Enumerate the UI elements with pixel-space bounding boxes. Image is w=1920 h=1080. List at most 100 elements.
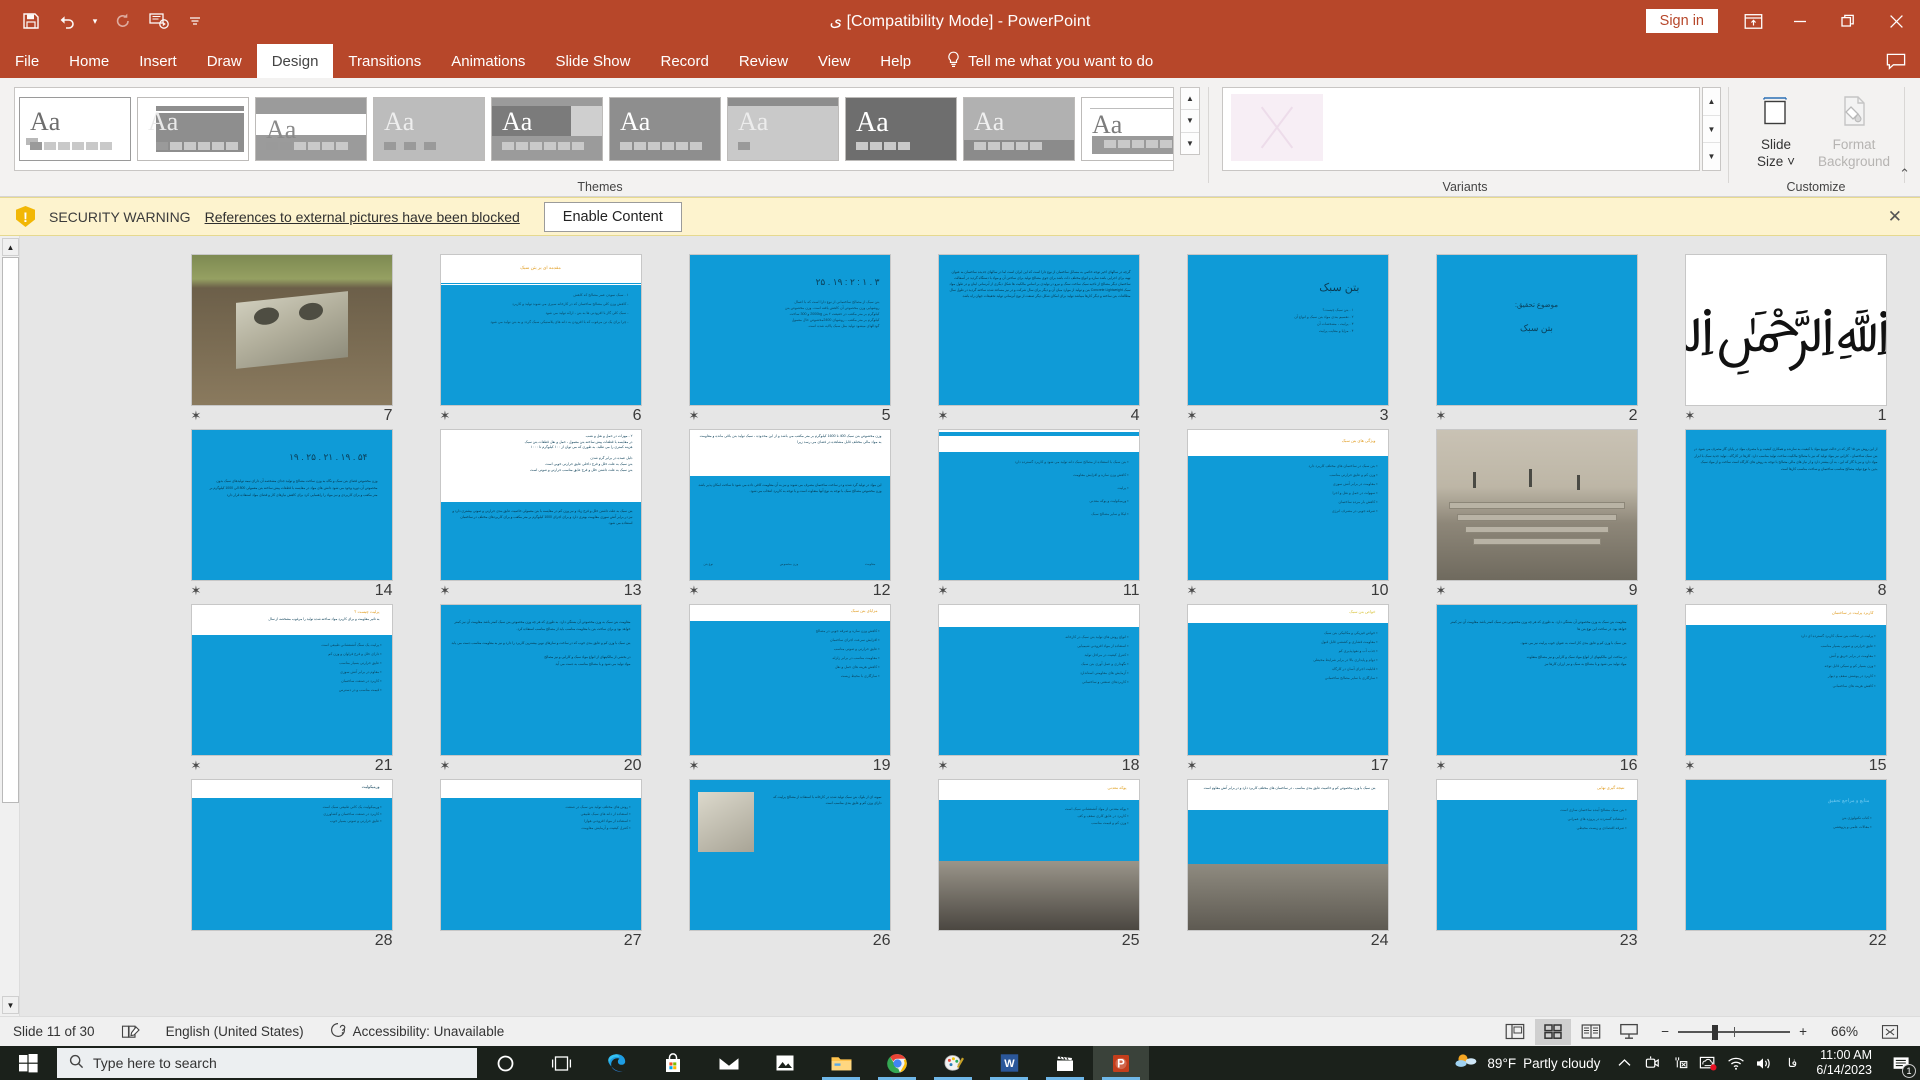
slide-cell[interactable]: پرلیت چیست ؟ به تاثیر مقاومت و برای کارب…	[167, 604, 416, 779]
slide-size-button[interactable]: Slide Size ˅	[1738, 88, 1814, 174]
teams-icon[interactable]	[1638, 1046, 1666, 1080]
slide-cell[interactable]: نمونه ای از بلوک بتن سبک تولید شده در کا…	[665, 779, 914, 954]
slide-thumbnail[interactable]: ورمیکولیت ▪ ورمیکولیت یک کانی طبیعی سبک …	[191, 779, 393, 931]
slide-thumbnail[interactable]: گرچه در سالهای اخیر توجه خاصی به مسائل س…	[938, 254, 1140, 406]
taskbar-clock[interactable]: 11:00 AM 6/14/2023	[1806, 1048, 1882, 1078]
fit-to-window-icon[interactable]	[1872, 1019, 1908, 1045]
input-language-icon[interactable]: فا	[1778, 1046, 1806, 1080]
slide-cell[interactable]: نتیجه گیری نهایی ▪ بتن سبک مصالح آینده س…	[1412, 779, 1661, 954]
theme-item-1[interactable]: Aa	[19, 97, 131, 161]
tab-view[interactable]: View	[803, 44, 865, 78]
slide-thumbnail[interactable]: ۳ . ۱ : ۲ : ۱۹ . ۲۵ بتن سبک از مصالح ساخ…	[689, 254, 891, 406]
minimize-icon[interactable]	[1776, 0, 1824, 42]
close-security-bar-icon[interactable]: ✕	[1888, 207, 1902, 227]
scroll-up-icon[interactable]: ▲	[2, 238, 19, 256]
slide-thumbnail[interactable]: بتن سبک ۱ . بتن سبک چیست؟۲ . تقسیم بندی …	[1187, 254, 1389, 406]
themes-gallery[interactable]: Aa Aa Aa Aa	[14, 87, 1174, 171]
movies-tv-icon[interactable]	[1037, 1046, 1093, 1080]
slide-cell[interactable]: مقاومت بتن سبک به وزن مخصوص آن بستگی دار…	[416, 604, 665, 779]
slide-cell[interactable]: ورمیکولیت ▪ ورمیکولیت یک کانی طبیعی سبک …	[167, 779, 416, 954]
slide-cell[interactable]: ۵۴ . ۱۹ . ۲۱ . ۲۵ . ۱۹ وزن مخصوص فضای بت…	[167, 429, 416, 604]
variants-gallery-scroll[interactable]: ▲ ▼ ▼	[1702, 87, 1721, 171]
theme-item-3[interactable]: Aa	[255, 97, 367, 161]
microsoft-store-icon[interactable]	[645, 1046, 701, 1080]
variants-scroll-up-icon[interactable]: ▲	[1703, 88, 1720, 116]
themes-scroll-up-icon[interactable]: ▲	[1181, 88, 1199, 110]
language-indicator[interactable]: English (United States)	[153, 1017, 317, 1047]
slide-cell[interactable]: بتن سبک با وزن مخصوص کم و خاصیت عایق بند…	[1163, 779, 1412, 954]
tab-design[interactable]: Design	[257, 44, 334, 78]
slide-thumbnail[interactable]	[191, 254, 393, 406]
slide-thumbnail[interactable]: مقدمه ای بر بتن سبک ۱ . سبک نمودن عمر مص…	[440, 254, 642, 406]
slide-cell[interactable]: بتن سبک ۱ . بتن سبک چیست؟۲ . تقسیم بندی …	[1163, 254, 1412, 429]
security-warning-message[interactable]: References to external pictures have bee…	[205, 209, 520, 225]
zoom-slider[interactable]	[1678, 1025, 1790, 1039]
slide-cell[interactable]: ▪ بتن سبک با استفاده از مصالح سبک دانه ت…	[914, 429, 1163, 604]
theme-item-4[interactable]: Aa	[373, 97, 485, 161]
slide-thumbnail[interactable]: مقاومت بتن سبک به وزن مخصوص آن بستگی دار…	[1436, 604, 1638, 756]
paint-icon[interactable]	[925, 1046, 981, 1080]
variants-gallery[interactable]	[1222, 87, 1700, 171]
chrome-icon[interactable]	[869, 1046, 925, 1080]
variant-item-blocked[interactable]	[1231, 94, 1323, 161]
edge-icon[interactable]	[589, 1046, 645, 1080]
collapse-ribbon-icon[interactable]: ⌃	[1899, 166, 1910, 182]
tab-transitions[interactable]: Transitions	[333, 44, 436, 78]
tab-help[interactable]: Help	[865, 44, 926, 78]
close-icon[interactable]	[1872, 0, 1920, 42]
slide-cell[interactable]: مقاومت بتن سبک به وزن مخصوص آن بستگی دار…	[1412, 604, 1661, 779]
taskbar-search-box[interactable]: Type here to search	[57, 1048, 477, 1078]
tab-file[interactable]: File	[0, 44, 54, 78]
start-presentation-icon[interactable]	[142, 4, 176, 38]
zoom-in-icon[interactable]: +	[1799, 1024, 1807, 1039]
zoom-control[interactable]: − + 66%	[1649, 1024, 1870, 1039]
word-icon[interactable]: W	[981, 1046, 1037, 1080]
theme-item-7[interactable]: Aa	[727, 97, 839, 161]
scroll-down-icon[interactable]: ▼	[2, 996, 19, 1014]
notification-center-icon[interactable]: 1	[1882, 1046, 1920, 1080]
normal-view-button[interactable]	[1497, 1019, 1533, 1045]
themes-gallery-scroll[interactable]: ▲ ▼ ▼	[1180, 87, 1200, 155]
theme-item-9[interactable]: Aa	[963, 97, 1075, 161]
slide-cell[interactable]: ▪ انواع روش های تولید بتن سبک در کارخانه…	[914, 604, 1163, 779]
accessibility-status[interactable]: Accessibility: Unavailable	[317, 1017, 518, 1047]
scrollbar-thumb[interactable]	[2, 257, 19, 803]
zoom-knob[interactable]	[1712, 1025, 1718, 1040]
tab-insert[interactable]: Insert	[124, 44, 192, 78]
tab-review[interactable]: Review	[724, 44, 803, 78]
zoom-percent[interactable]: 66%	[1816, 1024, 1858, 1039]
slide-thumbnail[interactable]: از این روش بتن ۱۵ گاز که در حالت توزیع م…	[1685, 429, 1887, 581]
tab-home[interactable]: Home	[54, 44, 124, 78]
mail-icon[interactable]	[701, 1046, 757, 1080]
undo-icon[interactable]	[50, 4, 84, 38]
tell-me-search[interactable]: Tell me what you want to do	[932, 44, 1167, 78]
photos-icon[interactable]	[757, 1046, 813, 1080]
slide-thumbnail[interactable]: ▪ انواع روش های تولید بتن سبک در کارخانه…	[938, 604, 1140, 756]
vertical-scrollbar[interactable]: ▲ ▼	[0, 236, 20, 1016]
slide-thumbnail[interactable]: پرلیت چیست ؟ به تاثیر مقاومت و برای کارب…	[191, 604, 393, 756]
slide-thumbnail[interactable]: مزایای بتن سبک ▪ کاهش وزن سازه و صرفه جو…	[689, 604, 891, 756]
slide-cell[interactable]: پوکه معدنی ▪ پوکه معدنی از مواد آتشفشانی…	[914, 779, 1163, 954]
theme-item-2[interactable]: Aa	[137, 97, 249, 161]
slide-cell[interactable]: ✶ 9	[1412, 429, 1661, 604]
slide-thumbnail[interactable]: ﷽	[1685, 254, 1887, 406]
slide-thumbnail[interactable]	[1436, 429, 1638, 581]
slide-sorter-view-button[interactable]	[1535, 1019, 1571, 1045]
customize-qat-icon[interactable]	[178, 4, 212, 38]
slide-thumbnail[interactable]: ویژگی های بتن سبک ▪ بتن سبک در ساختمان ه…	[1187, 429, 1389, 581]
powerpoint-icon[interactable]: P	[1093, 1046, 1149, 1080]
slide-cell[interactable]: منابع و مراجع تحقیق ▪ کتاب تکنولوژی بتن …	[1661, 779, 1910, 954]
slide-thumbnail[interactable]: منابع و مراجع تحقیق ▪ کتاب تکنولوژی بتن …	[1685, 779, 1887, 931]
slide-thumbnail[interactable]: ▪ روش های مختلف تولید بتن سبک در صنعت ▪ …	[440, 779, 642, 931]
slide-cell[interactable]: ▪ روش های مختلف تولید بتن سبک در صنعت ▪ …	[416, 779, 665, 954]
slide-thumbnail[interactable]: بتن سبک با وزن مخصوص کم و خاصیت عایق بند…	[1187, 779, 1389, 931]
slide-cell[interactable]: وزن مخصوص بتن سبک 400 تا 1600 کیلوگرم بر…	[665, 429, 914, 604]
volume-icon[interactable]	[1750, 1046, 1778, 1080]
ribbon-display-options-icon[interactable]	[1730, 0, 1776, 42]
theme-item-5[interactable]: Aa	[491, 97, 603, 161]
usb-eject-icon[interactable]	[1666, 1046, 1694, 1080]
slide-thumbnail[interactable]: ▪ بتن سبک با استفاده از مصالح سبک دانه ت…	[938, 429, 1140, 581]
spell-check-icon[interactable]	[108, 1017, 153, 1047]
slide-show-view-button[interactable]	[1611, 1019, 1647, 1045]
onedrive-sync-error-icon[interactable]	[1694, 1046, 1722, 1080]
